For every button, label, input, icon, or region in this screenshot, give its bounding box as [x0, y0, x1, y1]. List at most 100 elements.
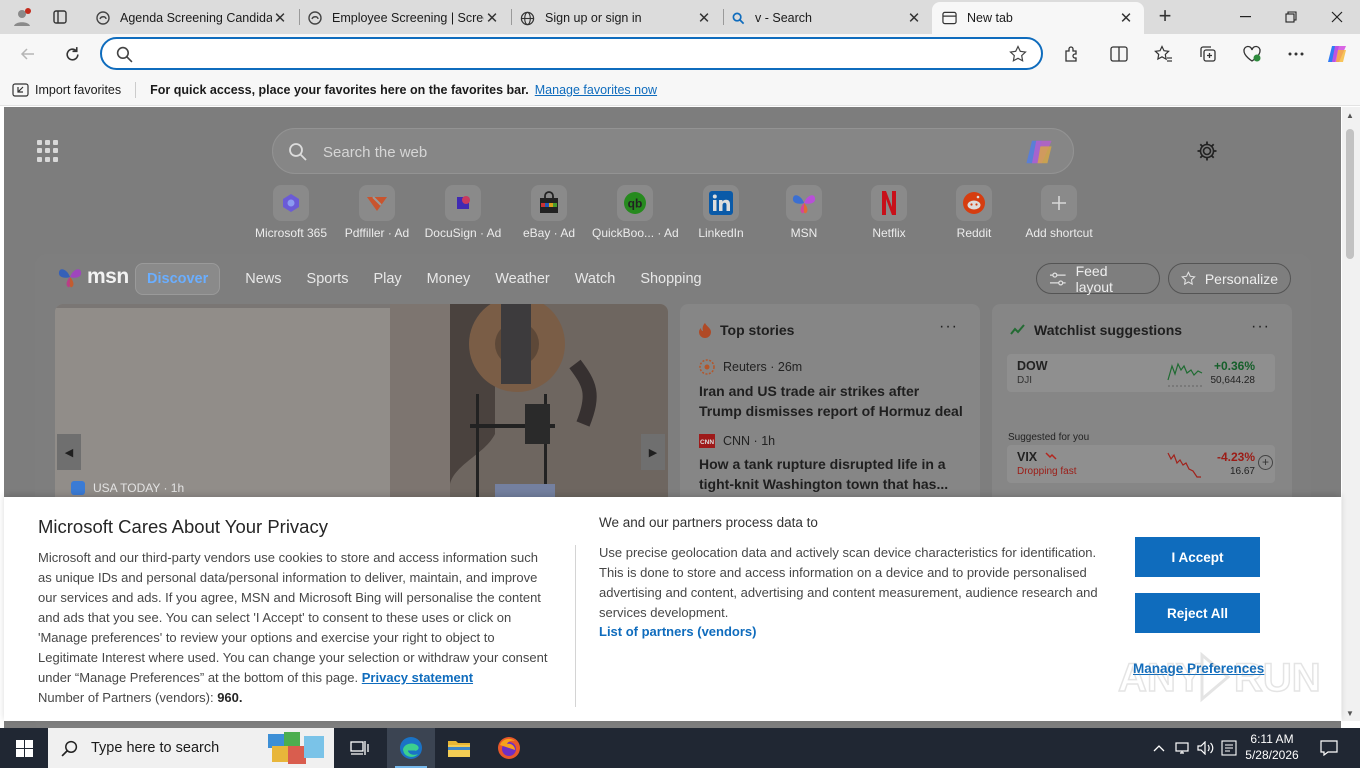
taskbar-edge[interactable]	[387, 728, 435, 768]
tab-employee-screening[interactable]: Employee Screening | Screen ✕	[298, 2, 510, 34]
web-search-input[interactable]	[323, 141, 973, 163]
manage-favorites-link[interactable]: Manage favorites now	[535, 83, 657, 97]
scroll-up-arrow-icon[interactable]: ▲	[1346, 111, 1354, 120]
tab-close-button[interactable]: ✕	[696, 9, 712, 27]
start-button[interactable]	[0, 728, 48, 768]
shortcut-microsoft-365[interactable]: Microsoft 365	[248, 185, 334, 240]
split-screen-button[interactable]	[1104, 40, 1134, 68]
stock-sparkline	[1167, 452, 1201, 478]
msn-logo[interactable]: msn	[57, 265, 129, 289]
nav-news[interactable]: News	[245, 271, 281, 287]
favorites-bar: Import favorites For quick access, place…	[0, 74, 1360, 106]
nav-watch[interactable]: Watch	[575, 271, 616, 287]
tab-sign-in[interactable]: Sign up or sign in ✕	[510, 2, 722, 34]
volume-button[interactable]	[1196, 728, 1216, 768]
show-hidden-icons-button[interactable]	[1150, 728, 1168, 768]
tab-new-tab[interactable]: New tab ✕	[932, 2, 1144, 34]
shortcut-netflix[interactable]: Netflix	[846, 185, 932, 240]
plus-icon	[1052, 196, 1066, 210]
tab-agenda-screening[interactable]: Agenda Screening Candidate ✕	[86, 2, 298, 34]
taskbar-firefox[interactable]	[485, 728, 533, 768]
accept-button[interactable]: I Accept	[1135, 537, 1260, 577]
settings-more-button[interactable]	[1281, 40, 1311, 68]
hero-card[interactable]: ◀ ▶ USA TODAY · 1h	[55, 304, 668, 504]
shortcut-docusign[interactable]: DocuSign · Ad	[420, 185, 506, 240]
tab-search[interactable]: v - Search ✕	[722, 2, 932, 34]
back-button[interactable]	[13, 40, 43, 68]
import-favorites-button[interactable]: Import favorites	[12, 83, 121, 97]
shortcut-reddit[interactable]: Reddit	[931, 185, 1017, 240]
shortcut-add[interactable]: Add shortcut	[1016, 185, 1102, 240]
top-stories-more-button[interactable]: ···	[939, 318, 958, 336]
svg-text:CNN: CNN	[700, 439, 714, 446]
tab-actions-button[interactable]	[46, 5, 74, 29]
globe-icon	[520, 11, 535, 25]
copilot-icon[interactable]	[1023, 138, 1055, 166]
address-input[interactable]	[142, 43, 992, 65]
restore-button[interactable]	[1268, 0, 1314, 34]
taskbar-file-explorer[interactable]	[435, 728, 483, 768]
nav-money[interactable]: Money	[427, 271, 471, 287]
feed-layout-button[interactable]: Feed layout	[1036, 263, 1160, 295]
shortcut-quickbooks[interactable]: qb QuickBoo... · Ad	[592, 185, 679, 240]
collections-button[interactable]	[1193, 40, 1223, 68]
tab-close-button[interactable]: ✕	[272, 9, 288, 27]
shortcut-ebay[interactable]: eBay · Ad	[506, 185, 592, 240]
copilot-button[interactable]	[1322, 40, 1352, 68]
tab-close-button[interactable]: ✕	[1118, 9, 1134, 27]
tab-close-button[interactable]: ✕	[906, 9, 922, 27]
story-item[interactable]: Reuters · 26m Iran and US trade air stri…	[699, 359, 964, 421]
msn-logo-text: msn	[87, 265, 129, 288]
keyboard-language-icon	[1221, 740, 1237, 756]
page-settings-gear-icon[interactable]	[1196, 140, 1218, 162]
nav-play[interactable]: Play	[373, 271, 401, 287]
taskbar-clock[interactable]: 6:11 AM 5/28/2026	[1238, 731, 1306, 763]
tab-actions-icon	[53, 10, 67, 24]
shortcut-pdffiller[interactable]: Pdffiller · Ad	[334, 185, 420, 240]
watchlist-more-button[interactable]: ···	[1251, 318, 1270, 336]
hero-image	[55, 304, 668, 504]
taskbar-search-box[interactable]: Type here to search	[48, 728, 334, 768]
dropping-fast-icon	[1045, 452, 1057, 460]
minimize-button[interactable]	[1222, 0, 1268, 34]
refresh-button[interactable]	[57, 40, 87, 68]
nav-sports[interactable]: Sports	[307, 271, 349, 287]
consent-body: Microsoft and our third-party vendors us…	[38, 548, 548, 708]
new-tab-button[interactable]: +	[1150, 4, 1180, 30]
hero-next-button[interactable]: ▶	[641, 434, 665, 470]
partners-list-link[interactable]: List of partners (vendors)	[599, 624, 756, 639]
browser-essentials-button[interactable]	[1237, 40, 1267, 68]
page-scrollbar[interactable]: ▲ ▼	[1342, 107, 1360, 721]
top-stories-header: Top stories	[698, 322, 794, 338]
notifications-button[interactable]	[1312, 728, 1346, 768]
nav-weather[interactable]: Weather	[495, 271, 550, 287]
shortcut-linkedin[interactable]: LinkedIn	[678, 185, 764, 240]
web-search-box[interactable]	[272, 128, 1074, 174]
privacy-statement-link[interactable]: Privacy statement	[362, 670, 473, 685]
address-bar[interactable]	[100, 37, 1043, 70]
scrollbar-thumb[interactable]	[1346, 129, 1354, 259]
tab-close-button[interactable]: ✕	[484, 9, 500, 27]
scroll-down-arrow-icon[interactable]: ▼	[1346, 709, 1354, 718]
split-screen-icon	[1110, 46, 1128, 62]
hero-prev-button[interactable]: ◀	[57, 434, 81, 470]
shortcut-msn[interactable]: MSN	[761, 185, 847, 240]
task-view-button[interactable]	[336, 728, 384, 768]
nav-discover[interactable]: Discover	[135, 262, 221, 295]
app-launcher-button[interactable]	[37, 140, 59, 162]
extensions-button[interactable]	[1056, 40, 1086, 68]
personalize-button[interactable]: Personalize	[1168, 263, 1291, 294]
favorites-button[interactable]	[1148, 40, 1178, 68]
nav-shopping[interactable]: Shopping	[640, 271, 701, 287]
close-window-button[interactable]	[1314, 0, 1360, 34]
story-source: CNN CNN · 1h	[699, 434, 964, 448]
network-button[interactable]	[1172, 728, 1192, 768]
reject-all-button[interactable]: Reject All	[1135, 593, 1260, 633]
story-item[interactable]: CNN CNN · 1h How a tank rupture disrupte…	[699, 434, 964, 494]
favorite-star-icon[interactable]	[1009, 45, 1027, 63]
stock-row-vix[interactable]: VIX Dropping fast -4.23% 16.67 +	[1007, 445, 1275, 483]
add-to-watchlist-button[interactable]: +	[1258, 455, 1273, 470]
profile-button[interactable]	[8, 5, 36, 29]
input-method-button[interactable]	[1219, 728, 1239, 768]
stock-row-dow[interactable]: DOW DJI +0.36% 50,644.28	[1007, 354, 1275, 392]
